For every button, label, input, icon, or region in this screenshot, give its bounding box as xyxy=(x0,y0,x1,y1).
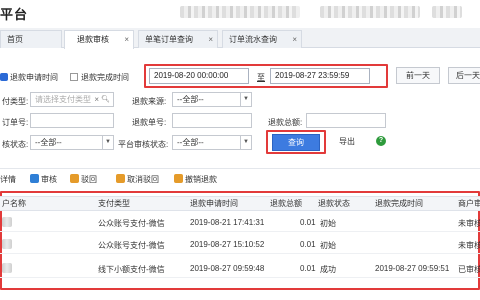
audit-button[interactable]: 审核 xyxy=(30,174,57,185)
column-header: 户名称 xyxy=(2,199,26,208)
blurred-header-text xyxy=(180,6,300,18)
revoke-refund-button[interactable]: 撤销退款 xyxy=(174,174,217,185)
cell-pay-type: 线下小额支付-微信 xyxy=(98,265,165,274)
radio-refund-done-time[interactable] xyxy=(70,73,78,81)
close-icon[interactable]: × xyxy=(124,31,129,49)
refund-no-label: 退款单号: xyxy=(132,118,167,127)
audit-status-value: --全部-- xyxy=(35,138,62,147)
refund-source-value: --全部-- xyxy=(177,95,204,104)
close-icon[interactable]: × xyxy=(292,31,297,49)
reject-label: 驳回 xyxy=(81,175,97,184)
radio-label-apply-time: 退款申请时间 xyxy=(10,73,58,82)
cancel-reject-label: 取消驳回 xyxy=(127,175,159,184)
tab-label: 首页 xyxy=(7,35,23,44)
cell-apply-time: 2019-08-27 09:59:48 xyxy=(190,264,265,273)
cell-apply-time: 2019-08-27 15:10:52 xyxy=(190,240,265,249)
chevron-down-icon: ▼ xyxy=(240,93,251,106)
query-button[interactable]: 查询 xyxy=(272,134,320,151)
radio-refund-apply-time[interactable] xyxy=(0,73,8,81)
radio-label-done-time: 退款完成时间 xyxy=(81,73,129,82)
blurred-merchant-name xyxy=(2,217,12,227)
help-icon[interactable]: ? xyxy=(376,136,386,146)
clear-icon[interactable]: × xyxy=(94,93,99,106)
column-header: 支付类型 xyxy=(98,199,130,208)
cell-amount: 0.01 xyxy=(300,264,316,273)
reject-button[interactable]: 驳回 xyxy=(70,174,97,185)
tab-refund-audit[interactable]: 退款审核 × xyxy=(64,30,134,49)
blurred-header-text xyxy=(432,6,462,18)
pay-type-select[interactable]: 请选择支付类型 × 🔍︎ xyxy=(30,92,114,107)
cell-merchant-audit: 未审核 xyxy=(458,219,480,228)
refund-total-label: 退款总额: xyxy=(268,118,303,127)
order-no-input[interactable] xyxy=(30,113,114,128)
chevron-down-icon: ▼ xyxy=(240,136,251,149)
column-header: 商户审 xyxy=(458,199,480,208)
revoke-refund-label: 撤销退款 xyxy=(185,175,217,184)
cell-status: 初始 xyxy=(320,241,336,250)
audit-icon xyxy=(30,174,39,183)
cell-amount: 0.01 xyxy=(300,240,316,249)
reject-icon xyxy=(70,174,79,183)
detail-label: 详情 xyxy=(0,175,16,184)
search-icon[interactable]: 🔍︎ xyxy=(101,93,110,106)
export-button[interactable]: 导出 xyxy=(334,134,360,151)
column-header: 退款总额 xyxy=(270,199,302,208)
next-day-button[interactable]: 后一天 xyxy=(448,67,480,84)
tab-label: 订单流水查询 xyxy=(229,35,277,44)
blurred-merchant-name xyxy=(2,239,12,249)
cell-pay-type: 公众账号支付-微信 xyxy=(98,241,165,250)
refund-no-input[interactable] xyxy=(172,113,252,128)
order-no-label: 订单号: xyxy=(2,118,29,127)
pay-type-label: 付类型: xyxy=(2,97,29,106)
tab-label: 单笔订单查询 xyxy=(145,35,193,44)
revoke-refund-icon xyxy=(174,174,183,183)
audit-status-label: 核状态: xyxy=(2,140,29,149)
platform-audit-select[interactable]: --全部-- ▼ xyxy=(172,135,252,150)
cell-merchant-audit: 已审核 xyxy=(458,265,480,274)
column-header: 退款申请时间 xyxy=(190,199,238,208)
cell-amount: 0.01 xyxy=(300,218,316,227)
tab-label: 退款审核 xyxy=(77,35,109,44)
app-title: 平台 xyxy=(0,7,29,22)
start-time-input[interactable]: 2019-08-20 00:00:00 xyxy=(149,68,249,84)
platform-audit-value: --全部-- xyxy=(177,138,204,147)
refund-source-select[interactable]: --全部-- ▼ xyxy=(172,92,252,107)
audit-status-select[interactable]: --全部-- ▼ xyxy=(30,135,114,150)
tab-home[interactable]: 首页 xyxy=(0,30,62,48)
cell-status: 成功 xyxy=(320,265,336,274)
column-header: 退款状态 xyxy=(318,199,350,208)
tab-single-order-query[interactable]: 单笔订单查询 × xyxy=(138,30,218,48)
prev-day-button[interactable]: 前一天 xyxy=(396,67,440,84)
pay-type-placeholder: 请选择支付类型 xyxy=(35,95,91,104)
close-icon[interactable]: × xyxy=(208,31,213,49)
cell-pay-type: 公众账号支付-微信 xyxy=(98,219,165,228)
cancel-reject-icon xyxy=(116,174,125,183)
refund-source-label: 退款来源: xyxy=(132,97,167,106)
cell-status: 初始 xyxy=(320,219,336,228)
chevron-down-icon: ▼ xyxy=(102,136,113,149)
blurred-merchant-name xyxy=(2,263,12,273)
cancel-reject-button[interactable]: 取消驳回 xyxy=(116,174,159,185)
refund-total-input[interactable] xyxy=(306,113,386,128)
tab-order-flow-query[interactable]: 订单流水查询 × xyxy=(222,30,302,48)
cell-done-time: 2019-08-27 09:59:51 xyxy=(375,264,450,273)
end-time-input[interactable]: 2019-08-27 23:59:59 xyxy=(270,68,370,84)
blurred-header-text xyxy=(320,6,420,18)
cell-apply-time: 2019-08-21 17:41:31 xyxy=(190,218,265,227)
column-header: 退款完成时间 xyxy=(375,199,423,208)
detail-button[interactable]: 详情 xyxy=(0,174,16,185)
audit-label: 审核 xyxy=(41,175,57,184)
divider xyxy=(0,168,480,169)
cell-merchant-audit: 未审核 xyxy=(458,241,480,250)
platform-audit-label: 平台审核状态: xyxy=(118,140,169,149)
range-separator: 至 xyxy=(257,73,265,82)
